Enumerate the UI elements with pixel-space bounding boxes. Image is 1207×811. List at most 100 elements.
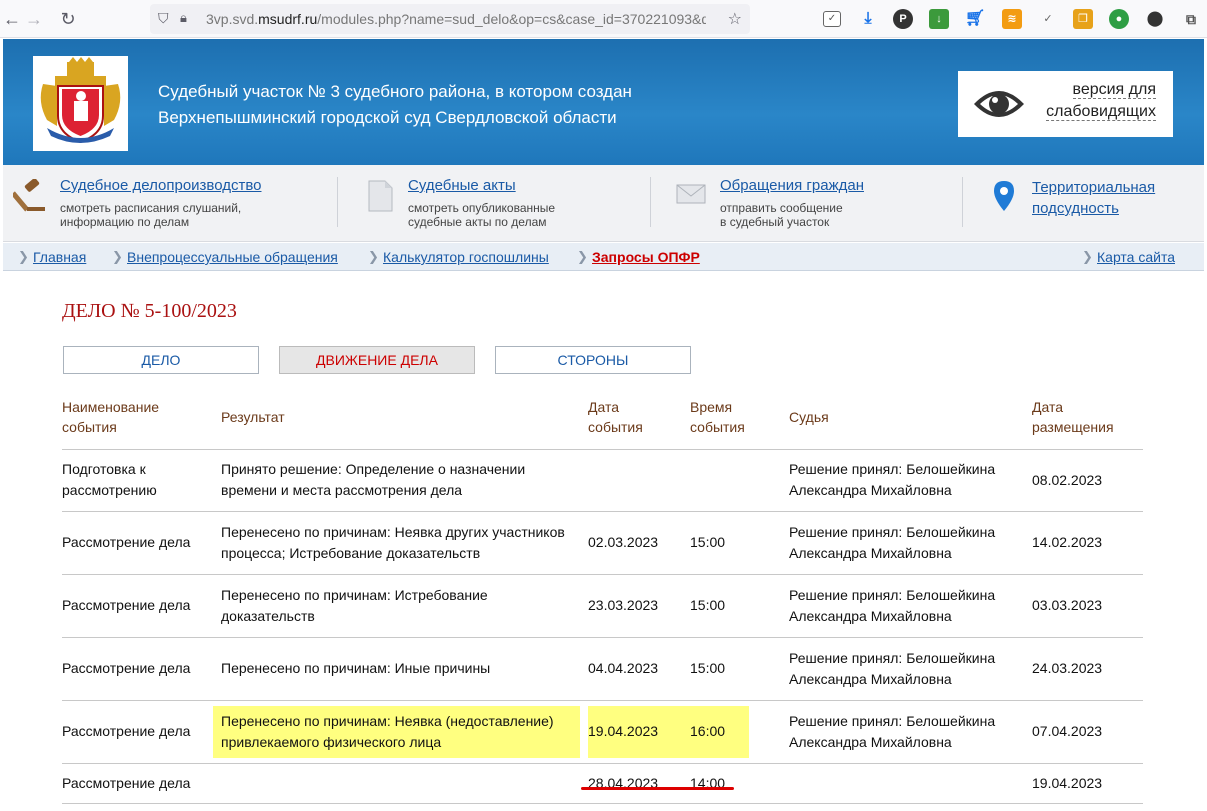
cell-event: Рассмотрение дела [62,637,221,701]
chevron-right-icon: ❯ [112,249,123,264]
column-header-judge: Судья [789,386,1032,450]
shield-icon[interactable]: ⛉ [158,10,169,27]
red-underline-annotation [581,787,734,790]
cell-judge: Решение принял: Белошейкина Александра М… [789,511,1032,575]
cell-time: 15:00 [690,511,789,575]
cell-date: 23.03.2023 [588,574,690,638]
extension-circle-icon[interactable]: ● [1109,9,1129,29]
quick-link-title[interactable]: Обращения граждан [720,177,864,194]
cell-event: Рассмотрение дела [62,574,221,638]
cell-posted: 03.03.2023 [1032,574,1143,638]
insecure-lock-icon[interactable]: 🔒︎ [180,10,187,26]
bookmark-star-icon[interactable]: ☆ [728,9,742,29]
breadcrumb-fee-calculator[interactable]: Калькулятор госпошлины [383,249,549,265]
cell-time: 16:00 [690,700,789,764]
column-header-time: Время события [690,386,789,450]
extension-window-icon[interactable]: ❐ [1073,9,1093,29]
tab-parties[interactable]: СТОРОНЫ [495,346,691,374]
breadcrumb: ❯ Главная ❯ Внепроцессуальные обращения … [3,243,1204,271]
tab-case-movement[interactable]: ДВИЖЕНИЕ ДЕЛА [279,346,475,374]
cell-event: Рассмотрение дела [62,700,221,764]
cell-judge [789,763,1032,804]
cell-judge: Решение принял: Белошейкина Александра М… [789,449,1032,512]
cell-time: 14:00 [690,763,789,804]
cell-result [221,763,588,804]
divider [337,177,338,227]
cell-judge: Решение принял: Белошейкина Александра М… [789,574,1032,638]
cell-event: Подготовка к рассмотрению [62,449,221,512]
tab-case[interactable]: ДЕЛО [63,346,259,374]
highlighted-date: 19.04.2023 [588,705,690,758]
main-content: ДЕЛО № 5-100/2023 ДЕЛО ДВИЖЕНИЕ ДЕЛА СТО… [3,272,1204,811]
accessibility-version-button[interactable]: версия для слабовидящих [958,71,1173,137]
cell-posted: 07.04.2023 [1032,700,1143,764]
cell-result: Перенесено по причинам: Иные причины [221,637,588,701]
quick-link-title[interactable]: Судебные акты [408,177,516,194]
table-row: Рассмотрение дела 28.04.2023 14:00 19.04… [62,763,1143,804]
forward-arrow-icon[interactable]: → [22,7,46,31]
quick-link-title[interactable]: Территориальная подсудность [1032,177,1155,219]
breadcrumb-extra-procedural[interactable]: Внепроцессуальные обращения [127,249,338,265]
column-header-event: Наименование события [62,386,221,450]
cell-judge: Решение принял: Белошейкина Александра М… [789,637,1032,701]
cell-posted: 14.02.2023 [1032,511,1143,575]
quick-link-desc: смотреть опубликованные судебные акты по … [408,201,556,229]
chevron-right-icon: ❯ [577,249,588,264]
eye-icon [974,91,1024,117]
url-text[interactable]: 3vp.svd.msudrf.ru/modules.php?name=sud_d… [206,11,706,27]
extension-p-icon[interactable]: P [893,9,913,29]
download-icon[interactable]: ⤓ [858,9,878,29]
table-row: Рассмотрение дела Перенесено по причинам… [62,574,1143,638]
quick-link-desc: отправить сообщение в судебный участок [720,201,843,229]
cell-date: 28.04.2023 [588,763,690,804]
chevron-right-icon: ❯ [18,249,29,264]
coat-of-arms-logo[interactable] [33,56,128,151]
breadcrumb-sitemap[interactable]: Карта сайта [1097,249,1175,265]
envelope-icon [676,184,706,204]
cell-time [690,449,789,512]
quick-link-title[interactable]: Судебное делопроизводство [60,177,262,194]
cart-icon[interactable]: 🛒︎ [965,9,985,29]
extension-green-arrow-icon[interactable]: ↓ [929,9,949,29]
quick-link-desc: смотреть расписания слушаний, информацию … [60,201,242,229]
reload-icon[interactable]: ↻ [56,7,80,31]
extension-rss-icon[interactable]: ≋ [1002,9,1022,29]
column-header-result: Результат [221,386,588,450]
cell-date [588,449,690,512]
table-row: Рассмотрение дела Перенесено по причинам… [62,511,1143,575]
divider [650,177,651,227]
cell-time: 15:00 [690,637,789,701]
address-bar[interactable]: ⛉ 🔒︎ 3vp.svd.msudrf.ru/modules.php?name=… [150,4,750,34]
table-row: Рассмотрение дела Перенесено по причинам… [62,637,1143,701]
cell-date: 02.03.2023 [588,511,690,575]
extension-dots-icon[interactable]: ⬤ [1145,9,1165,29]
pocket-icon[interactable]: ✓ [823,11,841,27]
extension-check-icon[interactable]: ✓ [1038,9,1058,29]
quick-links-bar: Судебное делопроизводство смотреть распи… [3,165,1204,242]
cell-posted: 24.03.2023 [1032,637,1143,701]
cell-result: Перенесено по причинам: Истребование док… [221,574,588,638]
column-header-date: Дата события [588,386,690,450]
table-row: Подготовка к рассмотрению Принято решени… [62,449,1143,512]
chevron-right-icon: ❯ [1082,249,1093,264]
cell-posted: 08.02.2023 [1032,449,1143,512]
extensions-puzzle-icon[interactable]: ⧉ [1181,9,1201,29]
cell-date: 19.04.2023 [588,700,690,764]
back-arrow-icon[interactable]: ← [0,7,24,31]
cell-date: 04.04.2023 [588,637,690,701]
case-events-table: Наименование события Результат Дата собы… [62,386,1143,804]
cell-event: Рассмотрение дела [62,511,221,575]
cell-result: Перенесено по причинам: Неявка других уч… [221,511,588,575]
chevron-right-icon: ❯ [368,249,379,264]
gavel-icon [13,179,45,212]
highlighted-result: Перенесено по причинам: Неявка (недостав… [213,705,580,758]
case-title: ДЕЛО № 5-100/2023 [62,300,237,322]
court-title: Судебный участок № 3 судебного района, в… [158,82,632,127]
browser-toolbar: ← → ↻ ⛉ 🔒︎ 3vp.svd.msudrf.ru/modules.php… [0,0,1207,38]
document-icon [368,180,393,212]
breadcrumb-home[interactable]: Главная [33,249,86,265]
cell-time: 15:00 [690,574,789,638]
breadcrumb-opfr-requests[interactable]: Запросы ОПФР [592,249,700,265]
cell-result: Перенесено по причинам: Неявка (недостав… [213,700,588,764]
cell-event: Рассмотрение дела [62,763,221,804]
